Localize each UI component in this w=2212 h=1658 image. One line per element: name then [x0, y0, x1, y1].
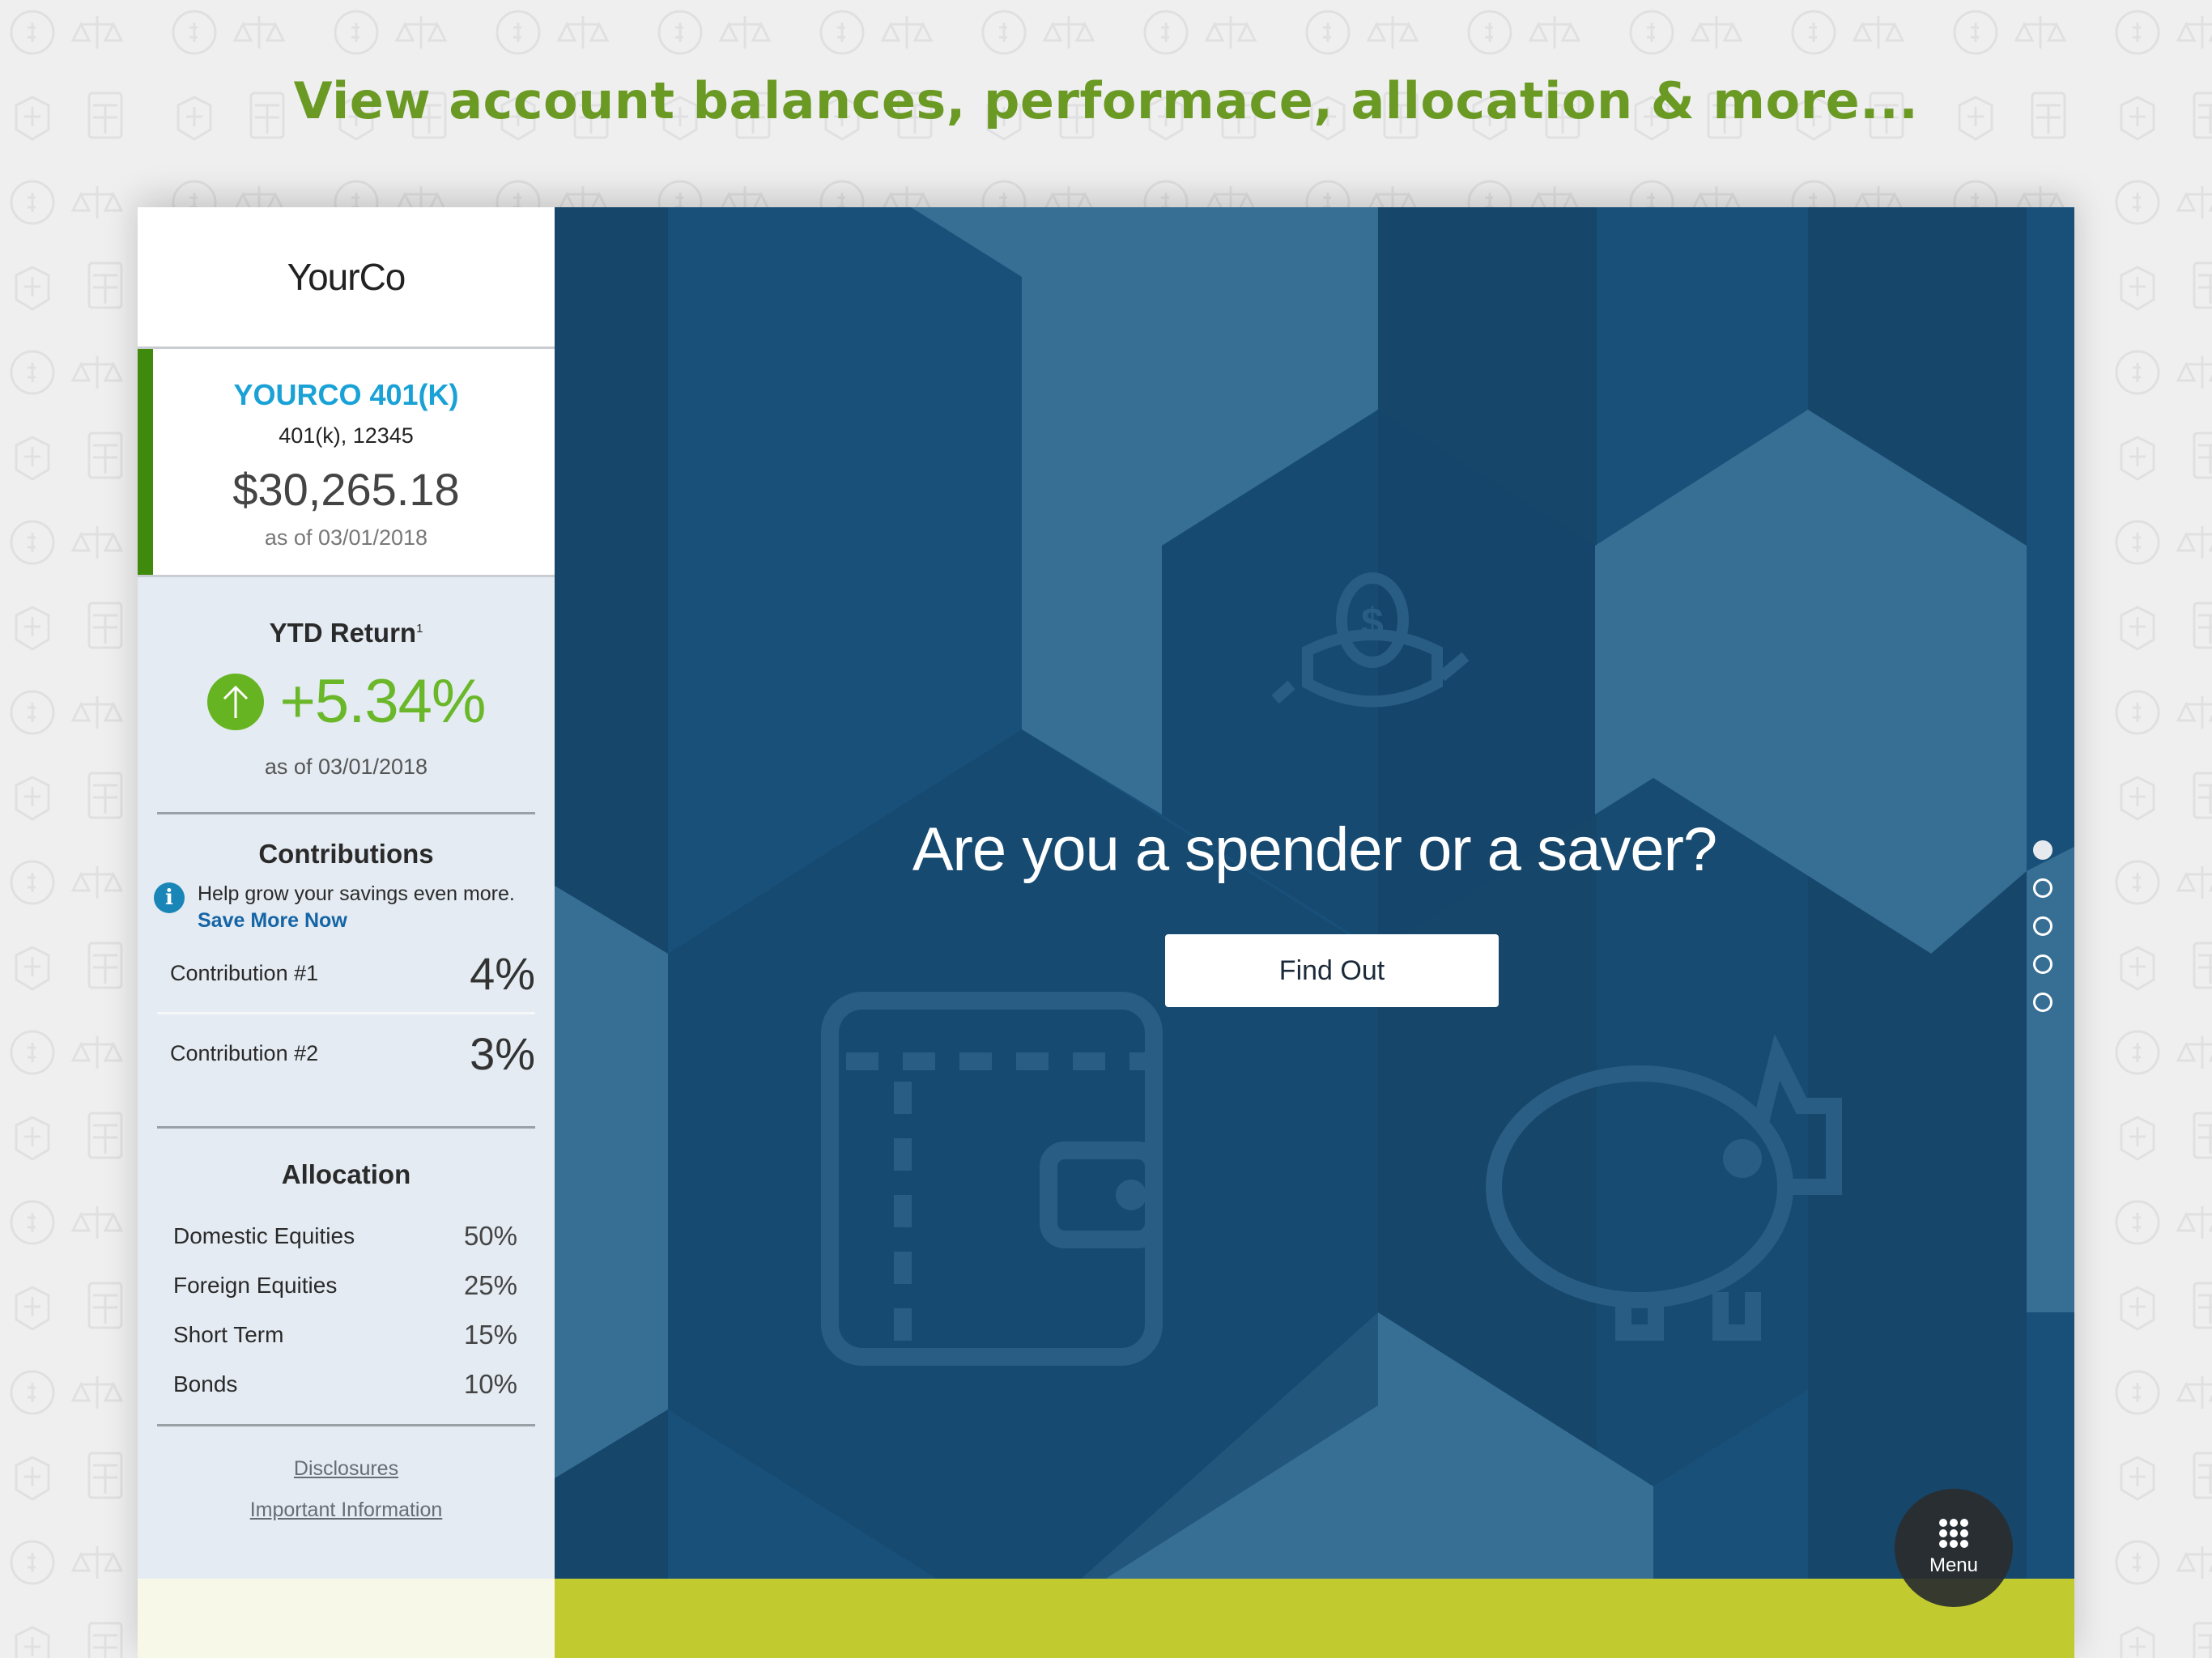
carousel-dot[interactable]: [2033, 954, 2052, 974]
save-more-prompt: i Help grow your savings even more. Save…: [154, 881, 555, 934]
account-name: YOURCO 401(K): [233, 378, 459, 411]
promo-headline: View account balances, performace, alloc…: [293, 71, 1919, 130]
contributions-title: Contributions: [258, 839, 434, 869]
menu-button[interactable]: Menu: [1895, 1489, 2013, 1607]
contribution-row[interactable]: Contribution #2 3%: [170, 1014, 535, 1092]
legal-links: Disclosures Important Information: [138, 1426, 555, 1522]
info-icon: i: [154, 882, 185, 913]
ytd-return-title: YTD Return1: [138, 618, 555, 648]
carousel-dot[interactable]: [2033, 916, 2052, 936]
allocation-value: 50%: [463, 1220, 517, 1251]
grid-icon: [1939, 1519, 1968, 1548]
important-information-link[interactable]: Important Information: [138, 1499, 555, 1522]
contribution-label: Contribution #1: [170, 960, 319, 985]
contribution-value: 3%: [470, 1027, 535, 1079]
account-card[interactable]: YOURCO 401(K) 401(k), 12345 $30,265.18 a…: [138, 349, 555, 577]
app-screen: YourCo YOURCO 401(K) 401(k), 12345 $30,2…: [138, 207, 2074, 1658]
info-text: Help grow your savings even more.: [198, 882, 515, 905]
hero-banner: $ Are you a spender or a saver? Find Out: [555, 207, 2074, 1579]
arrow-up-icon: [206, 673, 264, 730]
carousel-pagination: [2033, 840, 2052, 1031]
account-type-number: 401(k), 12345: [279, 423, 414, 448]
selected-account-indicator: [138, 349, 153, 575]
hero-title: Are you a spender or a saver?: [912, 815, 1717, 884]
ytd-as-of-date: as of 03/01/2018: [264, 755, 428, 779]
allocation-value: 25%: [463, 1269, 517, 1300]
ytd-return-value: +5.34%: [279, 667, 487, 736]
allocation-row: Foreign Equities 25%: [173, 1261, 522, 1310]
ytd-return-value-row: +5.34%: [138, 666, 555, 737]
footnote-marker[interactable]: 1: [416, 622, 423, 636]
allocation-label: Bonds: [173, 1371, 238, 1397]
disclosures-link[interactable]: Disclosures: [138, 1457, 555, 1481]
allocation-value: 10%: [463, 1368, 517, 1399]
balance-as-of-date: as of 03/01/2018: [264, 525, 428, 550]
save-more-now-link[interactable]: Save More Now: [198, 908, 515, 934]
hexagon-background: $: [555, 207, 2074, 1579]
find-out-button[interactable]: Find Out: [1165, 934, 1499, 1007]
account-balance: $30,265.18: [232, 464, 460, 515]
brand-logo: YourCo: [138, 207, 555, 349]
allocation-label: Foreign Equities: [173, 1272, 338, 1298]
allocation-list: Domestic Equities 50% Foreign Equities 2…: [173, 1211, 522, 1409]
allocation-row: Short Term 15%: [173, 1310, 522, 1359]
ytd-return-section: YTD Return1 +5.34% as of 03/01/2018: [138, 577, 555, 812]
contribution-value: 4%: [470, 947, 535, 999]
allocation-row: Domestic Equities 50%: [173, 1211, 522, 1261]
allocation-section: Allocation Domestic Equities 50% Foreign…: [138, 1129, 555, 1424]
carousel-dot[interactable]: [2033, 840, 2052, 860]
menu-label: Menu: [1929, 1554, 1979, 1576]
bottom-accent-bar: [555, 1579, 2074, 1658]
allocation-label: Short Term: [173, 1321, 284, 1347]
contribution-label: Contribution #2: [170, 1040, 319, 1065]
allocation-label: Domestic Equities: [173, 1222, 355, 1248]
allocation-row: Bonds 10%: [173, 1359, 522, 1409]
carousel-dot[interactable]: [2033, 878, 2052, 898]
sidebar-footer-strip: [138, 1579, 555, 1658]
contributions-section: Contributions i Help grow your savings e…: [138, 814, 555, 1126]
ytd-return-label: YTD Return: [269, 618, 417, 648]
carousel-dot[interactable]: [2033, 993, 2052, 1012]
account-sidebar: YourCo YOURCO 401(K) 401(k), 12345 $30,2…: [138, 207, 555, 1658]
contribution-row[interactable]: Contribution #1 4%: [170, 934, 535, 1012]
allocation-value: 15%: [463, 1319, 517, 1350]
allocation-title: Allocation: [281, 1159, 411, 1189]
svg-text:$: $: [1361, 600, 1384, 645]
